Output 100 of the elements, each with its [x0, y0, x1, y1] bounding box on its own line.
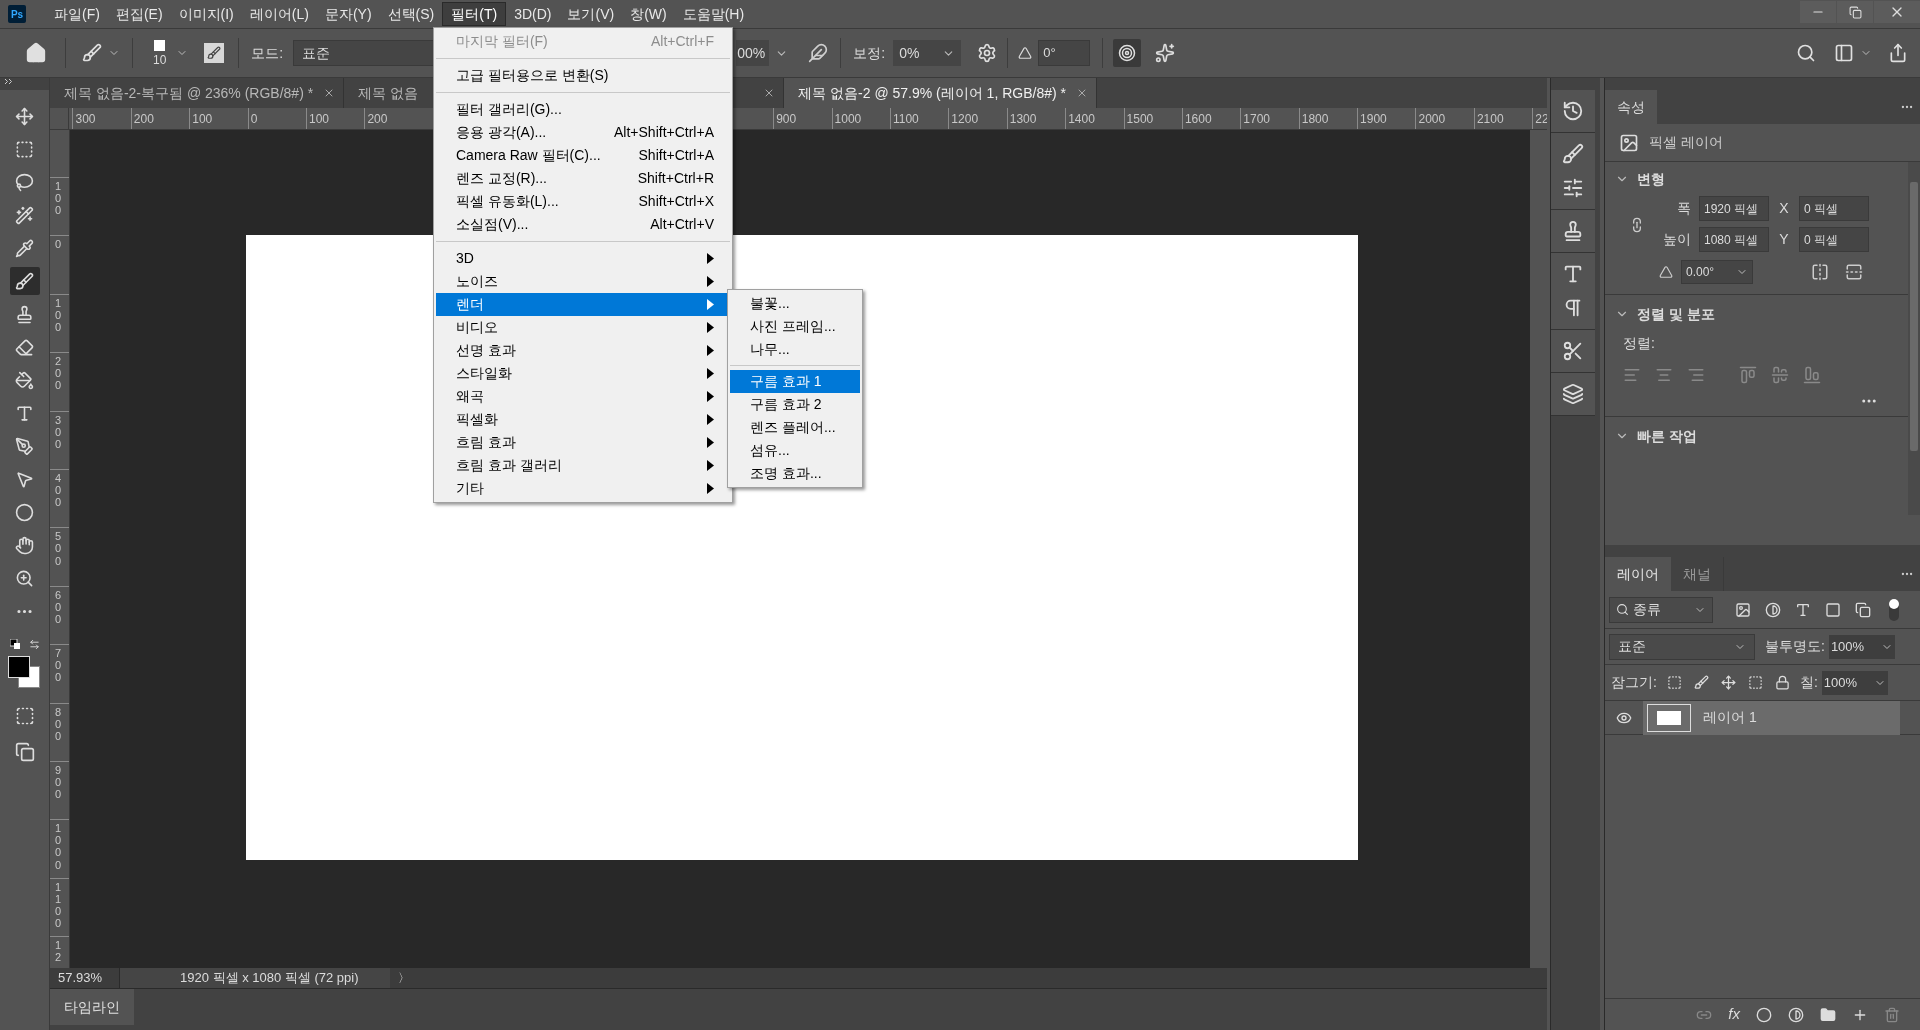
menu-item[interactable]: 조명 효과... — [730, 462, 860, 485]
menu-item[interactable]: 사진 프레임... — [730, 315, 860, 338]
brush-tool-icon[interactable] — [9, 267, 40, 295]
menu-item[interactable]: Camera Raw 필터(C)... Shift+Ctrl+A — [436, 144, 730, 167]
character-icon[interactable] — [1562, 263, 1584, 285]
menu-item[interactable]: 3D — [436, 247, 730, 270]
menu-item[interactable]: 픽셀 유동화(L)... Shift+Ctrl+X — [436, 190, 730, 213]
menu-item[interactable]: 불꽃... — [730, 292, 860, 315]
menu-item[interactable]: 구름 효과 2 — [730, 393, 860, 416]
menu-bar-item[interactable]: 창(W) — [622, 2, 675, 26]
fill-dropdown[interactable]: 100% — [1821, 670, 1888, 695]
quick-mask-icon[interactable] — [14, 706, 35, 726]
share-icon[interactable] — [1888, 43, 1908, 63]
screen-mode-icon[interactable] — [14, 742, 35, 762]
new-group-icon[interactable] — [1820, 1006, 1836, 1023]
swap-colors-icon[interactable] — [28, 639, 40, 650]
menu-item[interactable]: 흐림 효과 — [436, 431, 730, 454]
menu-item[interactable]: 소실점(V)... Alt+Ctrl+V — [436, 213, 730, 236]
menu-bar-item[interactable]: 문자(Y) — [316, 2, 380, 26]
status-menu-arrow[interactable]: 〉 — [398, 969, 410, 987]
tool-presets-icon[interactable] — [1562, 340, 1584, 362]
menu-item[interactable]: 렌즈 교정(R)... Shift+Ctrl+R — [436, 167, 730, 190]
menu-item[interactable]: 스타일화 — [436, 362, 730, 385]
add-mask-icon[interactable] — [1756, 1006, 1772, 1023]
angle-field[interactable]: 0° — [1038, 40, 1091, 66]
adjustment-layer-icon[interactable] — [1788, 1006, 1804, 1023]
lock-pixels-icon[interactable] — [1693, 675, 1709, 690]
smoothing-dropdown[interactable]: 0% — [893, 40, 962, 66]
scrollbar[interactable] — [1908, 162, 1920, 515]
type-filter-icon[interactable] — [1795, 601, 1811, 618]
smart-object-filter-icon[interactable] — [1855, 601, 1871, 618]
document-tab[interactable]: 제목 없음-2 @ 57.9% (레이어 1, RGB/8#) * — [784, 78, 1097, 108]
menu-item[interactable]: 렌즈 플레어... — [730, 416, 860, 439]
menu-bar-item[interactable]: 필터(T) — [442, 2, 507, 26]
menu-item[interactable]: 기타 — [436, 477, 730, 500]
menu-bar-item[interactable]: 이미지(I) — [170, 2, 242, 26]
menu-bar-item[interactable]: 보기(V) — [559, 2, 623, 26]
menu-bar-item[interactable]: 선택(S) — [379, 2, 443, 26]
menu-item[interactable]: 응용 광각(A)... Alt+Shift+Ctrl+A — [436, 121, 730, 144]
height-field[interactable]: 1080 픽셀 — [1699, 227, 1769, 252]
menu-bar-item[interactable]: 편집(E) — [107, 2, 171, 26]
history-icon[interactable] — [1562, 100, 1584, 122]
restore-icon[interactable] — [1848, 5, 1862, 19]
collapse-icon[interactable] — [4, 78, 13, 85]
lock-transparency-icon[interactable] — [1666, 675, 1682, 690]
panel-tab[interactable]: 채널 — [1671, 557, 1724, 591]
menu-item[interactable]: 필터 갤러리(G)... — [436, 98, 730, 121]
layer-comps-icon[interactable] — [1562, 383, 1584, 405]
menu-item[interactable]: 비디오 — [436, 316, 730, 339]
brush-settings-icon[interactable] — [1562, 143, 1584, 165]
lock-position-icon[interactable] — [1720, 675, 1736, 690]
adjustment-filter-icon[interactable] — [1765, 601, 1781, 618]
panel-tab[interactable]: 레이어 — [1605, 557, 1671, 591]
default-colors-icon[interactable] — [9, 639, 21, 650]
menu-item[interactable]: 고급 필터용으로 변환(S) — [436, 64, 730, 87]
search-icon[interactable] — [1616, 603, 1629, 616]
home-icon[interactable] — [25, 42, 47, 64]
menu-bar-item[interactable]: 레이어(L) — [241, 2, 317, 26]
menu-item[interactable]: 렌더 — [436, 293, 730, 316]
brush-panel-icon[interactable] — [204, 43, 225, 63]
width-field[interactable]: 1920 픽셀 — [1699, 196, 1769, 221]
menu-item[interactable]: 왜곡 — [436, 385, 730, 408]
close-tab-icon[interactable] — [1076, 87, 1088, 99]
timeline-tab[interactable]: 타임라인 — [50, 989, 134, 1025]
clone-source-icon[interactable] — [1562, 220, 1584, 242]
menu-bar-item[interactable]: 파일(F) — [46, 2, 108, 26]
pixel-filter-icon[interactable] — [1735, 601, 1751, 618]
flip-vertical-icon[interactable] — [1845, 263, 1863, 281]
shape-filter-icon[interactable] — [1825, 601, 1841, 618]
angle-dropdown[interactable]: 0.00° — [1681, 260, 1753, 284]
settings-icon[interactable] — [977, 43, 998, 63]
blend-mode-dropdown[interactable]: 표준 — [1609, 633, 1755, 660]
airbrush-icon[interactable] — [808, 43, 829, 63]
brush-presets-icon[interactable] — [1562, 177, 1584, 199]
menu-item[interactable]: 흐림 효과 갤러리 — [436, 454, 730, 477]
pressure-button[interactable] — [1113, 39, 1142, 67]
brush-preset-icon[interactable] — [82, 43, 102, 63]
layer-effects-button[interactable]: fx — [1728, 1003, 1740, 1026]
menu-bar-item[interactable]: 3D(D) — [506, 2, 560, 26]
menu-item[interactable]: 나무... — [730, 338, 860, 361]
menu-item[interactable]: 구름 효과 1 — [730, 370, 860, 393]
properties-tab[interactable]: 속성 — [1605, 90, 1657, 124]
lock-all-icon[interactable] — [1774, 675, 1790, 690]
x-field[interactable]: 0 픽셀 — [1799, 196, 1869, 221]
search-icon[interactable] — [1796, 43, 1816, 63]
flip-horizontal-icon[interactable] — [1811, 263, 1829, 281]
filter-dropdown[interactable]: 종류 — [1609, 596, 1713, 623]
menu-item[interactable]: 픽셀화 — [436, 408, 730, 431]
y-field[interactable]: 0 픽셀 — [1799, 227, 1869, 252]
filter-toggle[interactable] — [1889, 598, 1899, 621]
menu-bar-item[interactable]: 도움말(H) — [674, 2, 753, 26]
menu-item[interactable]: 섬유... — [730, 439, 860, 462]
workspace-icon[interactable] — [1834, 43, 1854, 63]
opacity-field[interactable]: 00% — [736, 40, 770, 66]
menu-item[interactable]: 선명 효과 — [436, 339, 730, 362]
color-swatches[interactable] — [7, 656, 42, 690]
layer-row[interactable]: 레이어 1 — [1643, 700, 1900, 735]
opacity-dropdown[interactable]: 100% — [1828, 634, 1895, 659]
menu-item[interactable]: 노이즈 — [436, 270, 730, 293]
brush-tip-icon[interactable] — [154, 39, 166, 51]
